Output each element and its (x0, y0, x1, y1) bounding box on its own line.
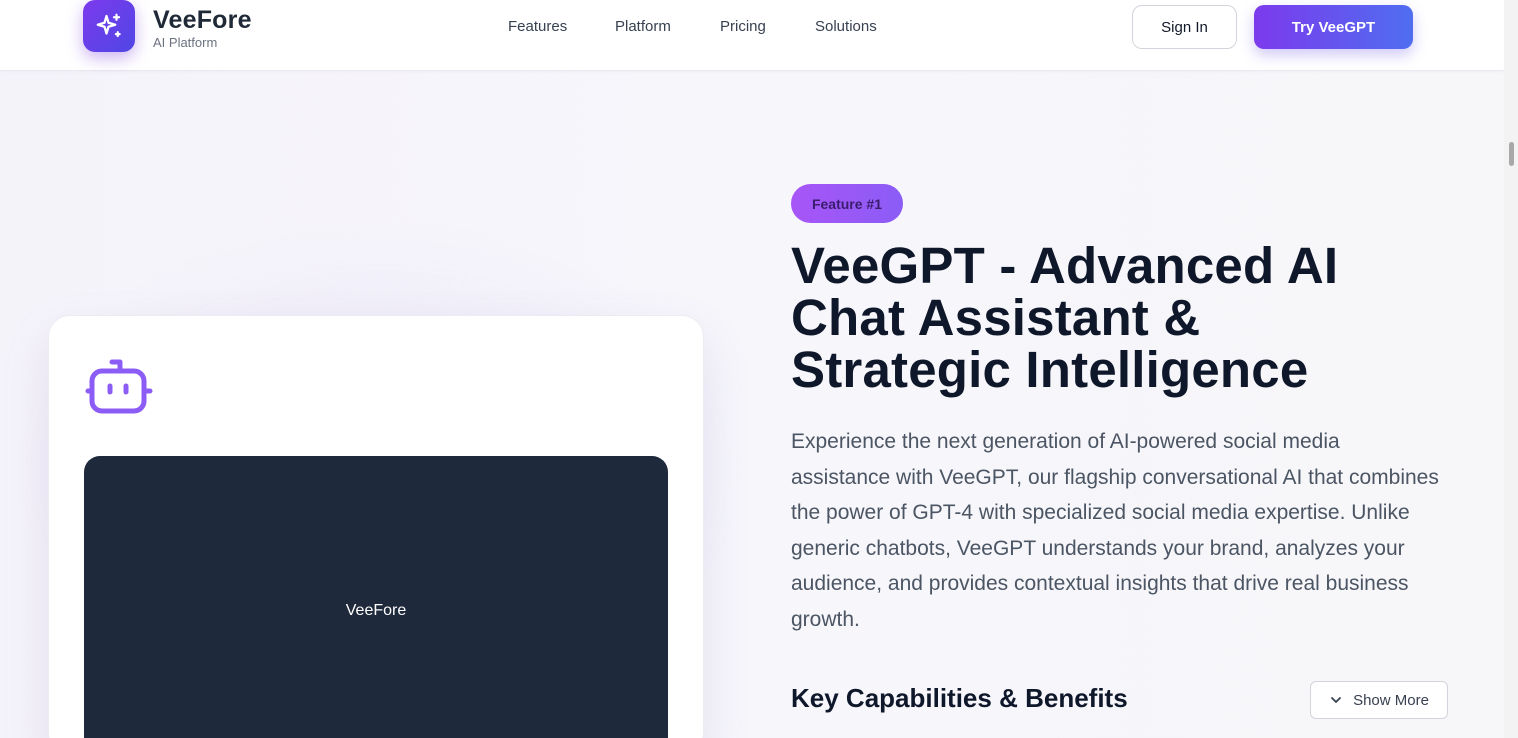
show-more-button[interactable]: Show More (1310, 681, 1448, 719)
site-header: VeeFore AI Platform Features Platform Pr… (0, 0, 1504, 71)
page-scrollbar[interactable] (1504, 0, 1518, 738)
brand-subtitle: AI Platform (153, 35, 218, 50)
try-veegpt-button[interactable]: Try VeeGPT (1254, 5, 1413, 49)
video-label: VeeFore (345, 602, 407, 619)
feature-description: Experience the next generation of AI-pow… (791, 430, 1439, 631)
bot-icon (85, 359, 153, 414)
video-panel[interactable]: VeeFore (84, 456, 668, 738)
logo-badge[interactable] (83, 0, 135, 52)
section-title: Key Capabilities & Benefits (791, 683, 1128, 713)
scrollbar-thumb[interactable] (1509, 142, 1514, 166)
nav-item-pricing[interactable]: Pricing (720, 18, 766, 35)
sign-in-button[interactable]: Sign In (1132, 5, 1237, 49)
show-more-label: Show More (1353, 691, 1429, 709)
nav-item-features[interactable]: Features (508, 18, 567, 35)
sparkles-icon (96, 13, 121, 38)
nav-item-platform[interactable]: Platform (615, 18, 671, 35)
nav-item-solutions[interactable]: Solutions (815, 18, 877, 35)
headline-line: Chat Assistant & (791, 289, 1201, 346)
feature-badge: Feature #1 (791, 184, 903, 223)
page-title: VeeGPT - Advanced AI Chat Assistant & St… (791, 240, 1491, 396)
brand-name[interactable]: VeeFore (153, 6, 252, 35)
chevron-down-icon (1331, 697, 1341, 703)
headline-line: VeeGPT - Advanced AI (791, 237, 1339, 294)
headline-line: Strategic Intelligence (791, 341, 1309, 398)
